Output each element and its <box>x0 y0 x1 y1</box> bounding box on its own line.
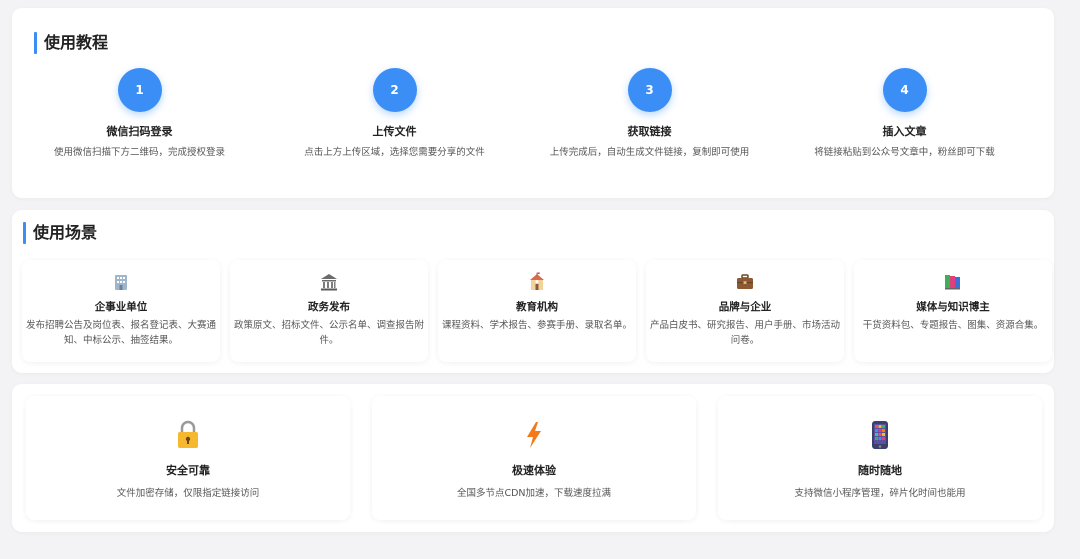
step-title: 插入文章 <box>882 125 927 138</box>
scene-description: 政策原文、招标文件、公示名单、调查报告附件。 <box>234 320 425 346</box>
step-number-badge: 2 <box>372 68 417 112</box>
step-number-badge: 3 <box>627 68 672 112</box>
scene-item-media: 媒体与知识博主 干货资料包、专题报告、图集、资源合集。 <box>854 260 1052 362</box>
tutorial-section-title: 使用教程 <box>34 32 108 54</box>
mobile-phone-icon <box>867 420 893 450</box>
government-building-icon <box>319 272 339 292</box>
books-icon <box>943 272 963 292</box>
scene-description: 发布招聘公告及岗位表、报名登记表、大赛通知、中标公示、抽签结果。 <box>26 320 217 346</box>
scene-description: 干货资料包、专题报告、图集、资源合集。 <box>862 320 1044 331</box>
scenes-section-title: 使用场景 <box>23 222 97 244</box>
feature-title: 极速体验 <box>512 464 556 477</box>
feature-item-anywhere: 随时随地 支持微信小程序管理，碎片化时间也能用 <box>718 396 1042 520</box>
feature-description: 支持微信小程序管理，碎片化时间也能用 <box>794 488 966 499</box>
lock-icon <box>175 420 201 450</box>
scene-title: 企事业单位 <box>94 301 148 313</box>
step-description: 使用微信扫描下方二维码，完成授权登录 <box>53 147 225 158</box>
feature-description: 全国多节点CDN加速，下载速度拉满 <box>456 488 612 499</box>
tutorial-card: 使用教程 1 微信扫码登录 使用微信扫描下方二维码，完成授权登录 2 上传文件 … <box>12 8 1054 198</box>
step-number-badge: 1 <box>117 68 162 112</box>
scene-item-brand: 品牌与企业 产品白皮书、研究报告、用户手册、市场活动问卷。 <box>646 260 844 362</box>
step-title: 获取链接 <box>627 125 672 138</box>
feature-item-speed: 极速体验 全国多节点CDN加速，下载速度拉满 <box>372 396 696 520</box>
tutorial-step: 2 上传文件 点击上方上传区域，选择您需要分享的文件 <box>267 68 522 188</box>
step-number-badge: 4 <box>882 68 927 112</box>
lightning-icon <box>521 420 547 450</box>
scenes-card: 使用场景 企事业单位 发布招聘公告及岗位表、报名登记表、大赛通知、中标公示、抽签… <box>12 210 1054 373</box>
scene-description: 课程资料、学术报告、参赛手册、录取名单。 <box>442 320 633 331</box>
step-title: 微信扫码登录 <box>106 125 173 138</box>
feature-description: 文件加密存储，仅限指定链接访问 <box>116 488 260 499</box>
scene-item-government: 政务发布 政策原文、招标文件、公示名单、调查报告附件。 <box>230 260 428 362</box>
tutorial-step: 1 微信扫码登录 使用微信扫描下方二维码，完成授权登录 <box>12 68 267 188</box>
scene-item-education: 教育机构 课程资料、学术报告、参赛手册、录取名单。 <box>438 260 636 362</box>
scene-title: 政务发布 <box>308 301 350 313</box>
scene-title: 媒体与知识博主 <box>916 301 990 313</box>
feature-title: 安全可靠 <box>166 464 210 477</box>
scene-title: 品牌与企业 <box>718 301 772 313</box>
scenes-list: 企事业单位 发布招聘公告及岗位表、报名登记表、大赛通知、中标公示、抽签结果。 政… <box>22 260 1052 362</box>
step-title: 上传文件 <box>372 125 417 138</box>
step-description: 点击上方上传区域，选择您需要分享的文件 <box>304 147 485 158</box>
feature-item-security: 安全可靠 文件加密存储，仅限指定链接访问 <box>26 396 350 520</box>
step-description: 上传完成后，自动生成文件链接，复制即可使用 <box>549 147 750 158</box>
tutorial-steps: 1 微信扫码登录 使用微信扫描下方二维码，完成授权登录 2 上传文件 点击上方上… <box>12 68 1054 188</box>
step-description: 将链接粘贴到公众号文章中，粉丝即可下载 <box>814 147 995 158</box>
features-card: 安全可靠 文件加密存储，仅限指定链接访问 极速体验 全国多节点CDN加速，下载速… <box>12 384 1054 532</box>
school-icon <box>527 272 547 292</box>
feature-title: 随时随地 <box>858 464 902 477</box>
office-building-icon <box>111 272 131 292</box>
scene-item-enterprise: 企事业单位 发布招聘公告及岗位表、报名登记表、大赛通知、中标公示、抽签结果。 <box>22 260 220 362</box>
scene-description: 产品白皮书、研究报告、用户手册、市场活动问卷。 <box>650 320 841 346</box>
features-list: 安全可靠 文件加密存储，仅限指定链接访问 极速体验 全国多节点CDN加速，下载速… <box>26 396 1042 520</box>
tutorial-step: 4 插入文章 将链接粘贴到公众号文章中，粉丝即可下载 <box>777 68 1032 188</box>
scene-title: 教育机构 <box>516 301 558 313</box>
tutorial-step: 3 获取链接 上传完成后，自动生成文件链接，复制即可使用 <box>522 68 777 188</box>
briefcase-icon <box>735 272 755 292</box>
